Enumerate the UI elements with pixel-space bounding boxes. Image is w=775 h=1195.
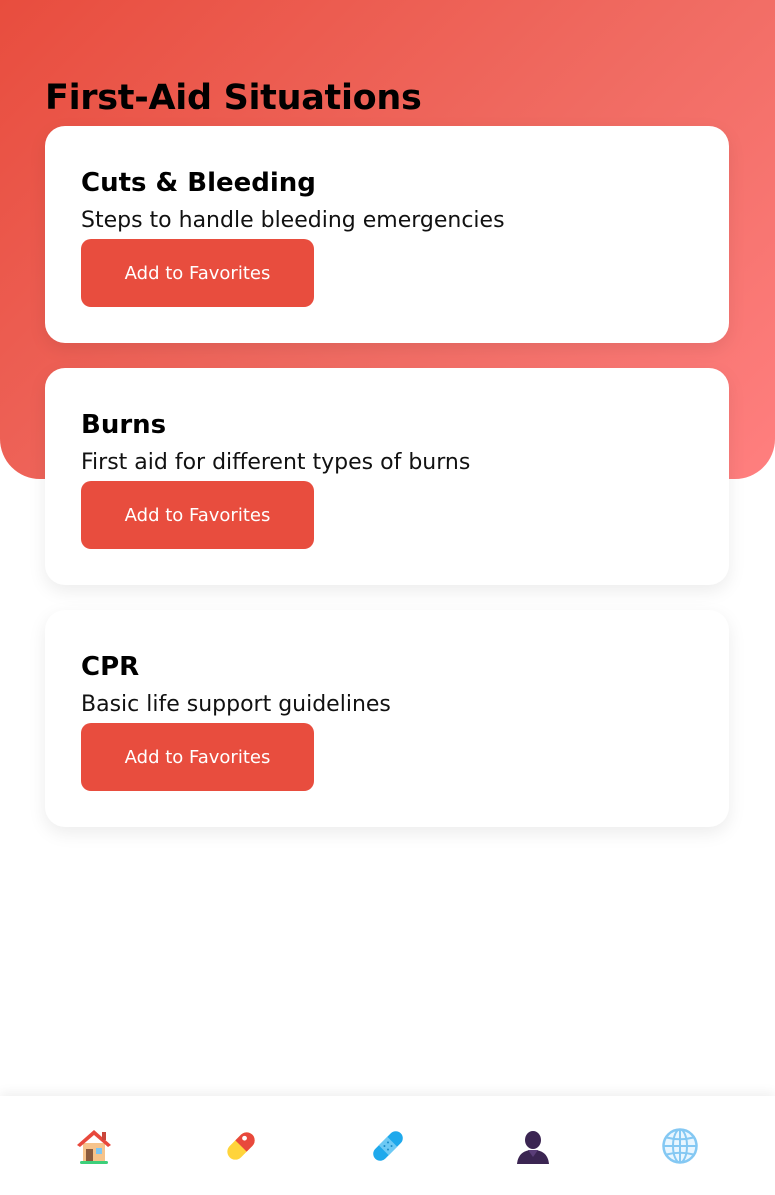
bottom-navigation <box>0 1096 775 1195</box>
person-icon <box>517 1131 549 1164</box>
add-to-favorites-button[interactable]: Add to Favorites <box>81 723 314 791</box>
card-title: CPR <box>81 652 140 682</box>
situation-card-cuts-bleeding[interactable]: Cuts & Bleeding Steps to handle bleeding… <box>45 126 729 343</box>
situation-card-burns[interactable]: Burns First aid for different types of b… <box>45 368 729 585</box>
nav-item-profile[interactable] <box>513 1126 553 1166</box>
nav-item-first-aid[interactable] <box>368 1126 408 1166</box>
nav-item-language[interactable] <box>660 1126 700 1166</box>
add-to-favorites-button[interactable]: Add to Favorites <box>81 239 314 307</box>
nav-item-medications[interactable] <box>221 1126 261 1166</box>
card-description: First aid for different types of burns <box>81 450 471 475</box>
bandage-icon <box>373 1131 403 1161</box>
card-description: Basic life support guidelines <box>81 692 391 717</box>
nav-item-home[interactable] <box>74 1126 114 1166</box>
add-to-favorites-button[interactable]: Add to Favorites <box>81 481 314 549</box>
situation-card-cpr[interactable]: CPR Basic life support guidelines Add to… <box>45 610 729 827</box>
page-title: First-Aid Situations <box>45 78 422 118</box>
home-icon <box>77 1130 111 1164</box>
globe-icon <box>662 1128 698 1164</box>
card-title: Cuts & Bleeding <box>81 168 316 198</box>
situation-list: Cuts & Bleeding Steps to handle bleeding… <box>45 126 729 852</box>
card-title: Burns <box>81 410 167 440</box>
app-screen: First-Aid Situations Cuts & Bleeding Ste… <box>0 0 775 1195</box>
card-description: Steps to handle bleeding emergencies <box>81 208 505 233</box>
pill-icon <box>227 1132 255 1160</box>
